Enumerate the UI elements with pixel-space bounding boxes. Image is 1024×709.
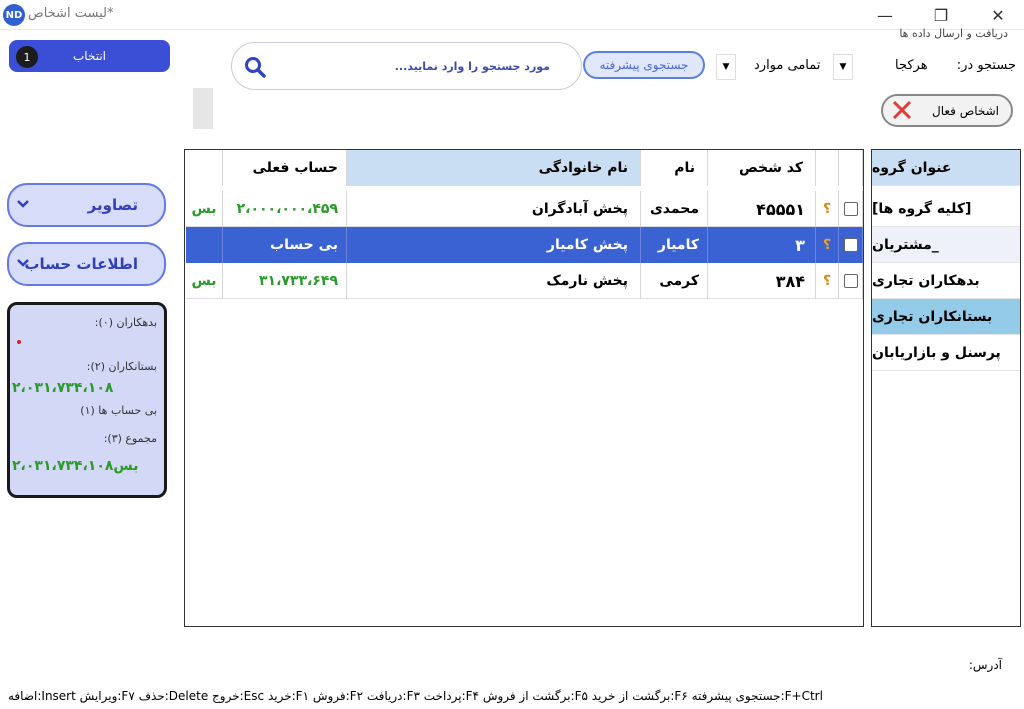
search-where-label: جستجو در: [956,58,1016,73]
row-name: کامیار [641,227,708,263]
group-item-staff[interactable]: پرسنل و بازاریابان [872,335,1020,371]
question-icon: ؟ [816,263,839,299]
row-family: پخش نارمک [347,263,641,299]
row-family: پخش آبادگران [347,191,641,227]
images-label: تصاویر [87,196,138,214]
minimize-button[interactable]: — [862,0,908,30]
debtors-value-dot [17,340,21,344]
row-code: ۳ [708,227,816,263]
table-row[interactable]: بس ۲،۰۰۰،۰۰۰،۴۵۹ پخش آبادگران محمدی ۴۵۵۵… [186,191,863,227]
question-icon: ؟ [816,227,839,263]
question-icon: ؟ [816,191,839,227]
maximize-button[interactable]: ❐ [918,0,964,30]
group-item-debtors[interactable]: بدهکاران تجاری [872,263,1020,299]
header-code[interactable]: کد شخص [708,150,816,186]
header-status [186,150,223,186]
no-account-label: بی حساب ها (۱) [80,404,157,417]
row-status: بس [186,191,223,227]
images-button[interactable]: تصاویر [7,183,166,227]
selection-count-badge: 1 [16,46,38,68]
row-name: کرمی [641,263,708,299]
row-name: محمدی [641,191,708,227]
search-icon[interactable] [244,56,266,78]
group-item-creditors[interactable]: بستانکاران تجاری [872,299,1020,335]
group-item-all[interactable]: [کلیه گروه ها] [872,191,1020,227]
row-checkbox[interactable] [839,263,863,299]
row-balance: بی حساب [223,227,347,263]
sync-data-link[interactable]: دریافت و ارسال داده ها [899,27,1008,40]
close-window-button[interactable]: ✕ [975,0,1021,30]
row-checkbox[interactable] [839,191,863,227]
row-status [186,227,223,263]
search-input[interactable] [290,56,550,76]
address-label: آدرس: [968,658,1002,672]
table-row[interactable]: بس ۳۱،۷۳۳،۶۴۹ پخش نارمک کرمی ۳۸۴ ؟ [186,263,863,299]
row-balance: ۲،۰۰۰،۰۰۰،۴۵۹ [223,191,347,227]
total-label: مجموع (۳): [103,432,157,445]
keyboard-shortcuts-bar: اضافه:Insert ویرایش:F۷ حذف:Delete خروج:E… [8,689,823,703]
toolbar-placeholder [193,88,213,129]
row-checkbox[interactable] [839,227,863,263]
app-logo-icon: ND [3,4,25,26]
close-icon[interactable] [890,98,914,122]
debtors-label: بدهکاران (۰): [94,316,157,329]
row-family: پخش کامیار [347,227,641,263]
row-status: بس [186,263,223,299]
group-list-header: عنوان گروه [872,150,1020,186]
search-where-dropdown-icon[interactable]: ▼ [833,54,853,80]
table-header-row: حساب فعلی نام خانوادگی نام کد شخص [186,150,863,186]
table-row-selected[interactable]: بی حساب پخش کامیار کامیار ۳ ؟ [186,227,863,263]
search-scope-dropdown-icon[interactable]: ▼ [716,54,736,80]
search-scope-value[interactable]: تمامی موارد [754,58,820,73]
creditors-label: بستانکاران (۲): [86,360,157,373]
group-item-customers[interactable]: _مشتریان [872,227,1020,263]
account-info-label: اطلاعات حساب [24,255,138,273]
search-where-value[interactable]: هرکجا [895,58,928,73]
row-code: ۳۸۴ [708,263,816,299]
total-value: ۲،۰۳۱،۷۳۴،۱۰۸بس [12,458,139,474]
chevron-down-icon [17,259,29,267]
chevron-down-icon [17,200,29,208]
header-family[interactable]: نام خانوادگی [347,150,641,186]
header-name[interactable]: نام [641,150,708,186]
window-title: لیست اشخاص* [28,6,114,21]
account-info-button[interactable]: اطلاعات حساب [7,242,166,286]
header-check [839,150,863,186]
row-balance: ۳۱،۷۳۳،۶۴۹ [223,263,347,299]
row-code: ۴۵۵۵۱ [708,191,816,227]
header-mark [816,150,839,186]
header-balance[interactable]: حساب فعلی [223,150,347,186]
creditors-value: ۲،۰۳۱،۷۳۴،۱۰۸ [12,380,114,396]
advanced-search-button[interactable]: جستجوی پیشرفته [583,51,705,79]
